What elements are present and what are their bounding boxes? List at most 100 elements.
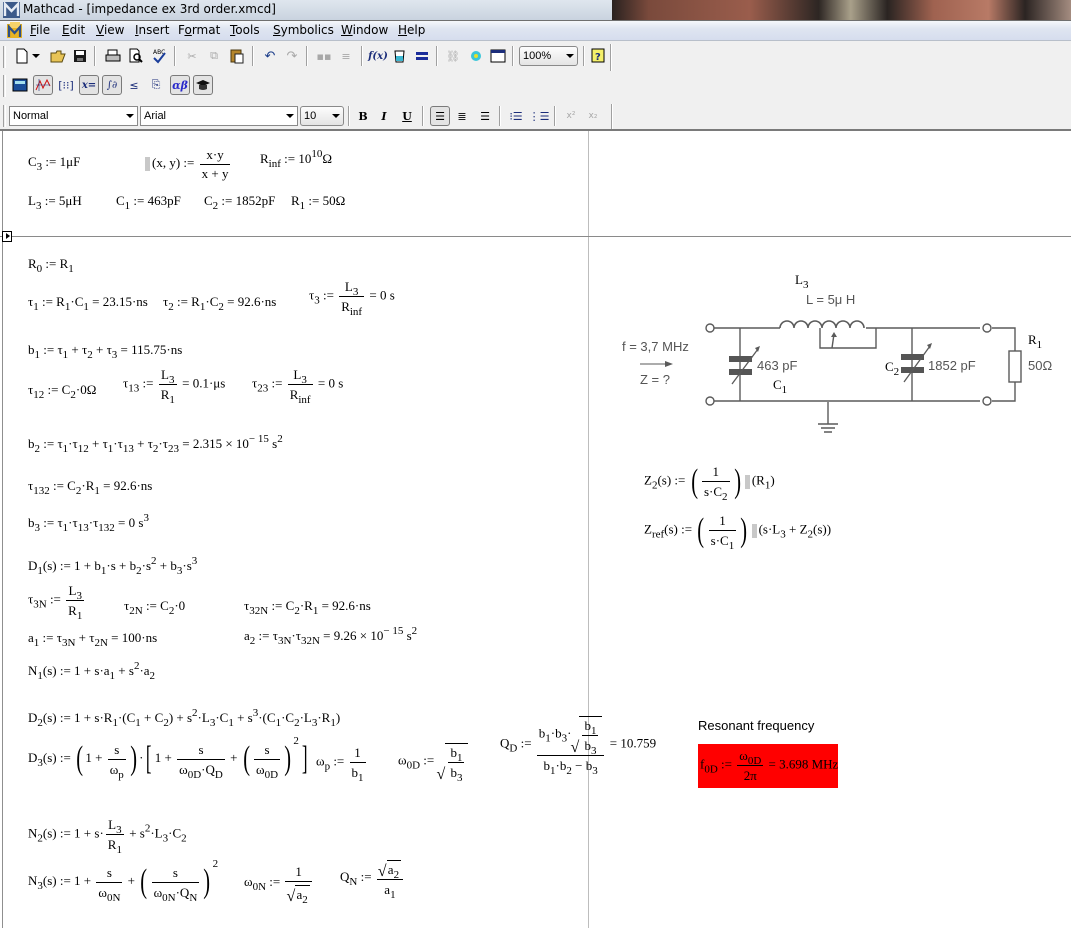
bold-button[interactable]: B [353,106,373,126]
matrix-toolbar-icon[interactable]: [⁝⁝] [56,75,76,95]
align-right-icon[interactable]: ☰ [475,106,495,126]
align-center-icon[interactable]: ≣ [452,106,472,126]
calculator-toolbar-icon[interactable] [10,75,30,95]
greek-toolbar-icon[interactable]: αβ [170,75,190,95]
insert-hyperlink-icon[interactable]: ⛓ [443,46,463,66]
a1-definition[interactable]: a1 := τ3N + τ2N = 100·ns [28,630,157,649]
bullet-list-icon[interactable]: ⁝☰ [506,106,526,126]
resonant-frequency-label: Resonant frequency [698,718,815,733]
italic-button[interactable]: I [374,106,394,126]
rinf-definition[interactable]: Rinf := 1010Ω [260,149,332,170]
r1-definition[interactable]: R1 := 50Ω [291,193,345,212]
region-collapse-arrow-icon[interactable] [2,231,12,242]
menu-insert[interactable]: Insert [135,23,169,37]
tau32n-definition[interactable]: τ32N := C2·R1 = 92.6·ns [244,598,371,617]
b1-definition[interactable]: b1 := τ1 + τ2 + τ3 = 115.75·ns [28,342,182,361]
d1-definition[interactable]: D1(s) := 1 + b1·s + b2·s2 + b3·s3 [28,556,197,577]
d3-definition[interactable]: D3(s) := (1 + s ωp) ·[1 + s ω0D·QD + (s ω0D)… [28,736,310,781]
help-icon[interactable]: ? [588,46,608,66]
omega-0d-definition[interactable]: ω0D := b1b3 [398,743,469,784]
l3-definition[interactable]: L3 := 5μH [28,193,82,212]
symbolic-toolbar-icon[interactable] [193,75,213,95]
undo-icon[interactable]: ↶ [260,46,280,66]
underline-button[interactable]: U [397,106,417,126]
menu-view[interactable]: View [96,23,124,37]
menu-edit[interactable]: Edit [62,23,85,37]
graph-toolbar-icon[interactable] [33,75,53,95]
omega-p-definition[interactable]: ωp := 1 b1 [316,745,368,784]
omega-0n-definition[interactable]: ω0N := 1a2 [244,864,314,905]
boolean-toolbar-icon[interactable]: ≤ [124,75,144,95]
qn-definition[interactable]: QN := a2a1 [340,859,405,900]
toolbar-grip[interactable] [3,75,6,97]
zoom-select[interactable]: 100% [519,46,578,66]
c3-definition[interactable]: C3 := 1μF [28,154,80,173]
menu-format[interactable]: Format [178,23,220,37]
c1-definition[interactable]: C1 := 463pF [116,193,181,212]
n1-definition[interactable]: N1(s) := 1 + s·a1 + s2·a2 [28,661,155,682]
insert-component-icon[interactable] [466,46,486,66]
document-icon[interactable] [6,22,23,39]
menu-help[interactable]: Help [398,23,425,37]
copy-icon[interactable]: ⧉ [204,46,224,66]
cut-icon[interactable]: ✂ [182,46,202,66]
z2-definition[interactable]: Z2(s) := (1 s·C2) (R1) [644,464,775,503]
new-dropdown-icon[interactable] [31,46,41,66]
tau13-definition[interactable]: τ13 := L3 R1 = 0.1·μs [123,367,225,406]
print-icon[interactable] [103,46,123,66]
paste-icon[interactable] [227,46,247,66]
redo-icon[interactable]: ↷ [282,46,302,66]
menu-window[interactable]: Window [341,23,388,37]
print-preview-icon[interactable] [126,46,146,66]
align-across-icon[interactable]: ▪▪ [314,46,334,66]
evaluation-toolbar-icon[interactable]: x= [79,75,99,95]
calculus-toolbar-icon[interactable]: ∫∂ [102,75,122,95]
font-size-select[interactable]: 10 [300,106,344,126]
c2-definition[interactable]: C2 := 1852pF [204,193,275,212]
a2-definition[interactable]: a2 := τ3N·τ32N = 9.26 × 10− 15 s2 [244,626,417,647]
worksheet[interactable]: C3 := 1μF (x, y) := x·y x + y Rinf := 101… [0,129,1071,928]
r0-definition[interactable]: R0 := R1 [28,256,74,275]
menu-tools[interactable]: Tools [230,23,260,37]
toolbar-grip[interactable] [3,46,6,68]
d2-definition[interactable]: D2(s) := 1 + s·R1·(C1 + C2) + s2·L3·C1 +… [28,708,340,729]
numbered-list-icon[interactable]: ⋮☰ [529,106,550,126]
n2-definition[interactable]: N2(s) := 1 + s· L3 R1 + s2·L3·C2 [28,817,187,856]
zref-definition[interactable]: Zref(s) := (1 s·C1) (s·L3 + Z2(s)) [644,513,831,552]
menu-file[interactable]: File [30,23,50,37]
style-select[interactable]: Normal [9,106,138,126]
menu-symbolics[interactable]: Symbolics [273,23,334,37]
new-document-icon[interactable] [12,46,32,66]
resource-center-icon[interactable] [488,46,508,66]
save-icon[interactable] [70,46,90,66]
programming-toolbar-icon[interactable]: ⎘ [146,75,166,95]
input-terminal-bottom [705,396,715,406]
subscript-icon[interactable]: x₂ [583,106,603,126]
calculate-icon[interactable] [412,46,432,66]
tau3n-definition[interactable]: τ3N := L3 R1 [28,583,86,622]
tau3-definition[interactable]: τ3 := L3 Rinf = 0 s [309,279,395,318]
tau23-definition[interactable]: τ23 := L3 Rinf = 0 s [252,367,343,406]
b2-definition[interactable]: b2 := τ1·τ12 + τ1·τ13 + τ2·τ23 = 2.315 ×… [28,434,283,455]
tau1-definition[interactable]: τ1 := R1·C1 = 23.15·ns [28,294,148,313]
qd-definition[interactable]: QD := b1·b3·b1b3b1·b2 − b3 = 10.759 [500,716,656,777]
toolbar-grip[interactable] [3,105,6,127]
f0d-definition[interactable]: f0D := ω0D 2π = 3.698 MHz [700,748,838,783]
align-down-icon[interactable]: ≡ [336,46,356,66]
tau132-definition[interactable]: τ132 := C2·R1 = 92.6·ns [28,478,152,497]
insert-unit-icon[interactable] [390,46,410,66]
tau12-definition[interactable]: τ12 := C2·0Ω [28,382,96,401]
circuit-diagram[interactable]: L3 L = 5μ H f = 3,7 MHz Z = ? 463 pF C1 … [610,264,1070,434]
insert-function-icon[interactable]: f(x) [368,46,388,66]
align-left-icon[interactable]: ☰ [430,106,450,126]
spell-check-icon[interactable]: ABC [149,46,169,66]
toolbar-separator [348,106,350,126]
n3-definition[interactable]: N3(s) := 1 + s ω0N + (s ω0N·QN) 2 [28,859,218,904]
open-folder-icon[interactable] [48,46,68,66]
font-select[interactable]: Arial [140,106,298,126]
b3-definition[interactable]: b3 := τ1·τ13·τ132 = 0 s3 [28,513,149,534]
superscript-icon[interactable]: x² [561,106,581,126]
tau2n-definition[interactable]: τ2N := C2·0 [124,598,185,617]
parallel-function-definition[interactable]: (x, y) := x·y x + y [143,147,232,181]
tau2-definition[interactable]: τ2 := R1·C2 = 92.6·ns [163,294,276,313]
